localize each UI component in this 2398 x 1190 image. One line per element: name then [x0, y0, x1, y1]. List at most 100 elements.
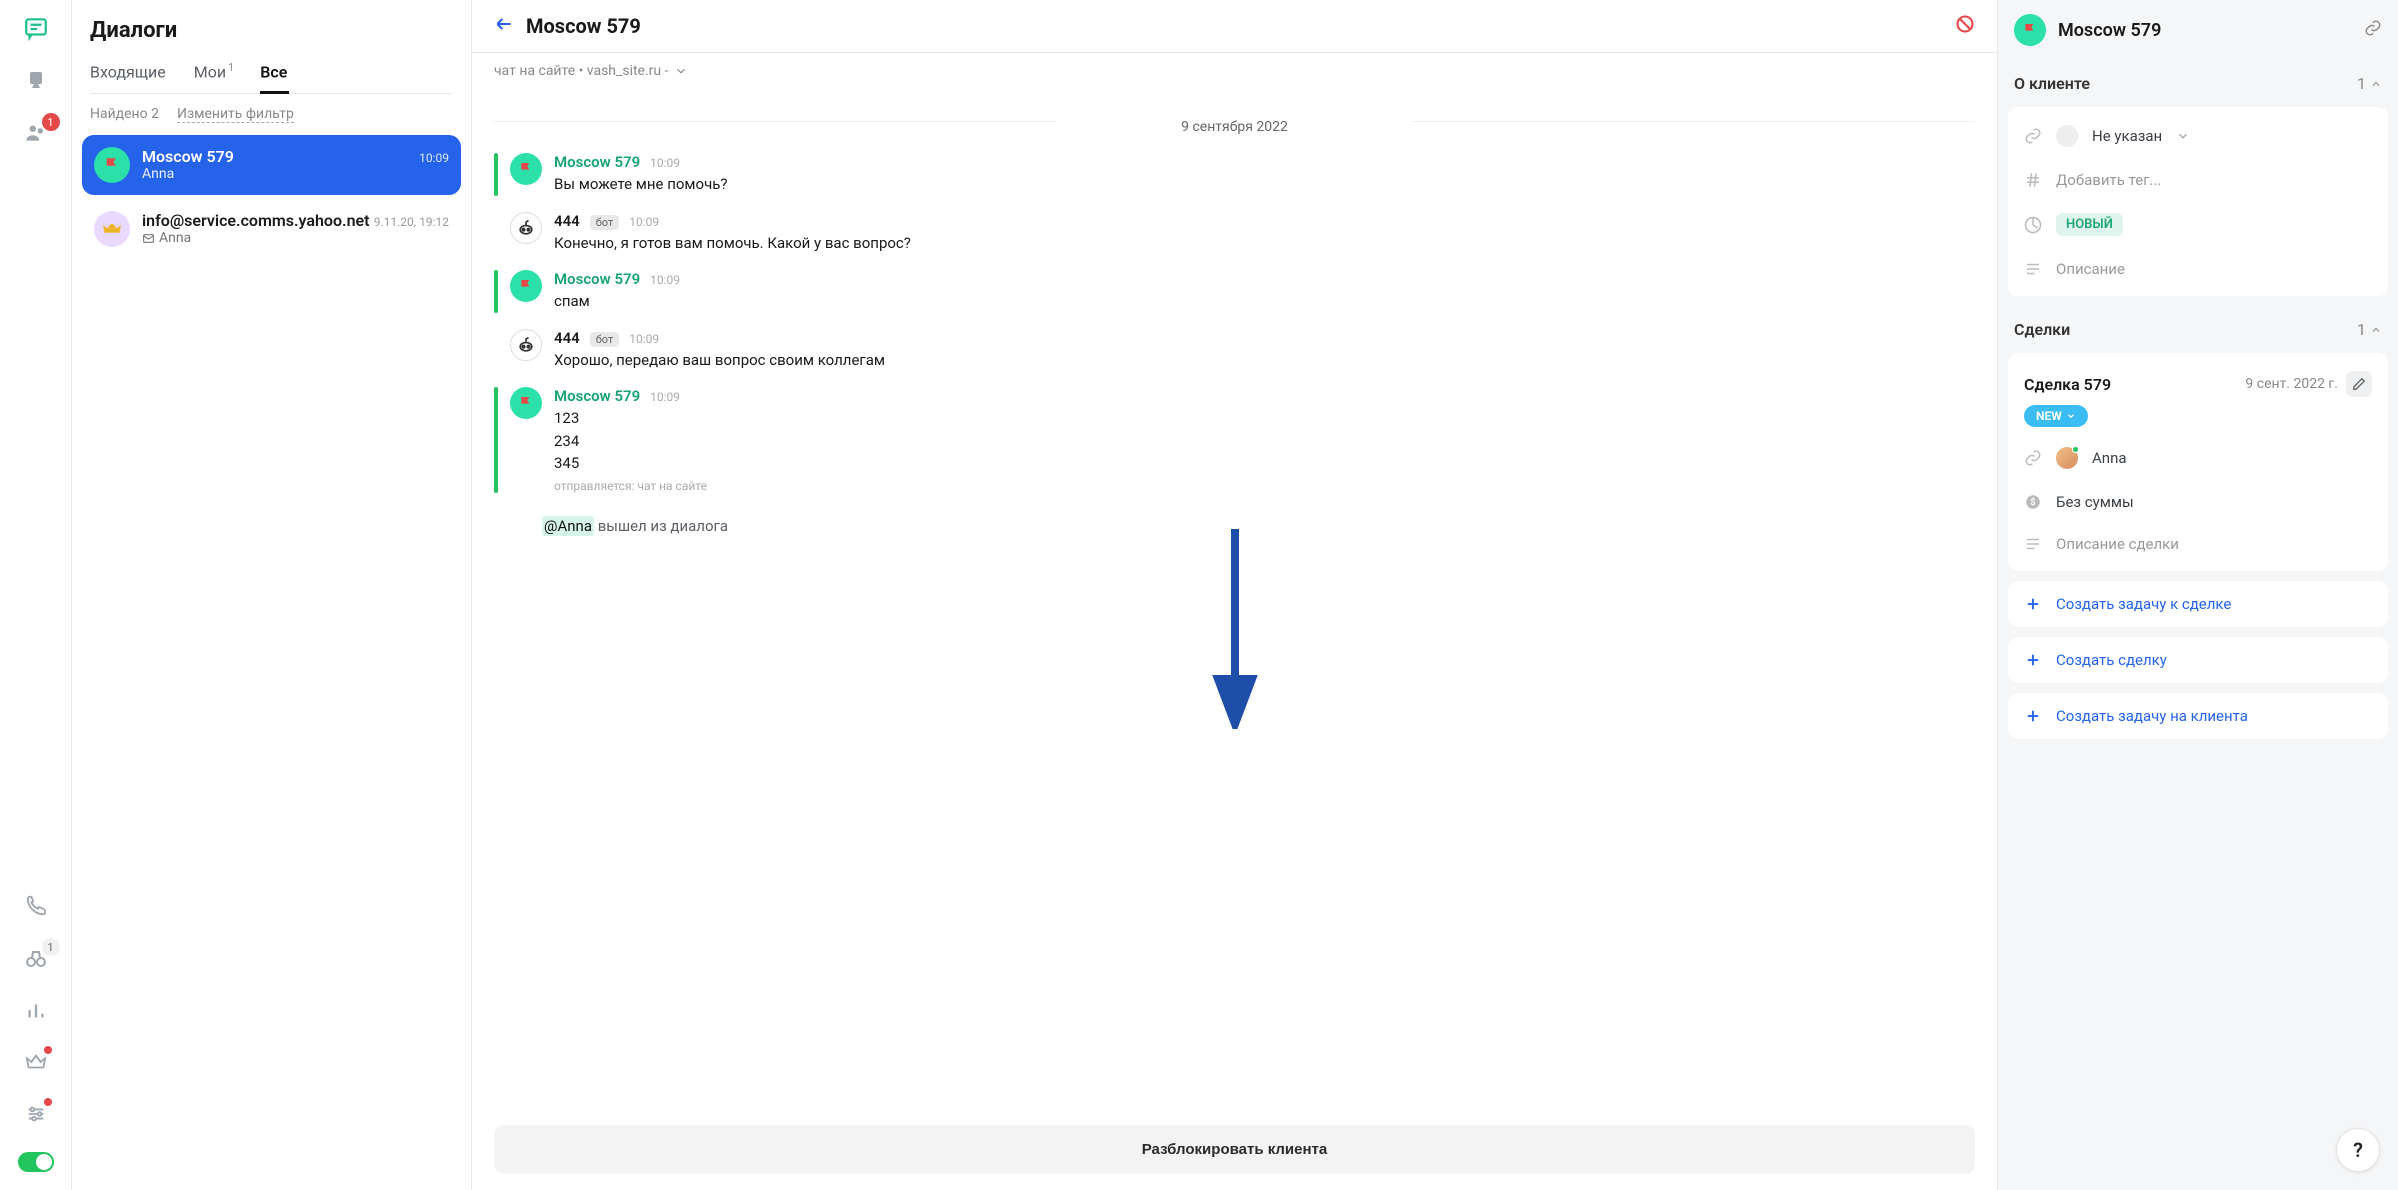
dialogs-title: Диалоги — [90, 18, 453, 43]
nav-stats-icon[interactable] — [22, 996, 50, 1024]
create-task-to-client-button[interactable]: Создать задачу на клиента — [2008, 693, 2388, 739]
info-title: Moscow 579 — [2058, 20, 2352, 41]
chevron-up-icon — [2370, 324, 2382, 336]
team-badge: 1 — [42, 113, 60, 131]
dialog-item[interactable]: Moscow 579 10:09 Anna — [82, 135, 461, 195]
date-separator: 9 сентября 2022 — [494, 89, 1975, 153]
flag-icon — [94, 147, 130, 183]
tag-row[interactable]: Добавить тег... — [2008, 159, 2388, 201]
binoculars-badge: 1 — [42, 938, 60, 956]
text-icon — [2024, 260, 2042, 278]
plus-icon — [2024, 707, 2042, 725]
message: 444бот10:09 Хорошо, передаю ваш вопрос с… — [494, 329, 1975, 372]
crown-avatar-icon — [94, 211, 130, 247]
message-author: 444 — [554, 212, 580, 230]
edit-deal-button[interactable] — [2346, 371, 2372, 397]
source-row[interactable]: Не указан — [2008, 113, 2388, 159]
about-section-head[interactable]: О клиенте 1 — [1998, 60, 2398, 107]
svg-text:$: $ — [2030, 497, 2035, 508]
tab-all[interactable]: Все — [260, 61, 289, 93]
progress-icon — [2024, 216, 2042, 234]
deals-section-head[interactable]: Сделки 1 — [1998, 306, 2398, 353]
message-text: 123 234 345 — [554, 407, 1975, 475]
tab-incoming[interactable]: Входящие — [90, 61, 168, 93]
dollar-icon: $ — [2024, 493, 2042, 511]
message-author: 444 — [554, 329, 580, 347]
deal-status-pill[interactable]: NEW — [2024, 405, 2088, 427]
create-deal-button[interactable]: Создать сделку — [2008, 637, 2388, 683]
found-count: Найдено 2 — [90, 106, 159, 123]
message-time: 10:09 — [650, 273, 680, 287]
chevron-down-icon — [2176, 129, 2190, 143]
deal-card: Сделка 579 9 сент. 2022 г. NEW Anna $ Бе… — [2008, 353, 2388, 571]
status-row[interactable]: НОВЫЙ — [2008, 201, 2388, 248]
message: Moscow 57910:09 спам — [494, 270, 1975, 313]
flag-icon — [510, 270, 542, 302]
tab-mine[interactable]: Мои1 — [194, 61, 235, 93]
chat-title: Moscow 579 — [526, 14, 641, 38]
nav-crown-icon[interactable] — [22, 1048, 50, 1076]
message-text: Конечно, я готов вам помочь. Какой у вас… — [554, 232, 1975, 255]
chat-panel: Moscow 579 чат на сайте • vash_site.ru -… — [472, 0, 1998, 1190]
bot-badge: бот — [590, 332, 620, 347]
about-title: О клиенте — [2014, 74, 2090, 93]
description-row[interactable]: Описание — [2008, 248, 2388, 290]
dialog-name: Moscow 579 — [142, 147, 234, 166]
message: 444 бот 10:09 Конечно, я готов вам помочь.… — [494, 212, 1975, 255]
client-card: Не указан Добавить тег... НОВЫЙ Описание — [2008, 107, 2388, 296]
hash-icon — [2024, 171, 2042, 189]
dialog-sub: Anna — [142, 166, 449, 182]
chevron-down-icon — [2066, 411, 2076, 421]
message-author: Moscow 579 — [554, 153, 640, 171]
nav-settings-icon[interactable] — [22, 1100, 50, 1128]
info-panel: Moscow 579 О клиенте 1 Не указан Добавит… — [1998, 0, 2398, 1190]
crown-dot — [44, 1046, 52, 1054]
flag-icon — [510, 387, 542, 419]
message-meta: отправляется: чат на сайте — [554, 479, 1975, 493]
status-toggle[interactable] — [18, 1152, 54, 1172]
bot-badge: бот — [590, 215, 620, 230]
mention: @Anna — [542, 516, 594, 536]
dialog-sub: Anna — [142, 230, 449, 246]
flag-icon — [510, 153, 542, 185]
nav-dialogs-icon[interactable] — [22, 14, 50, 42]
link-icon[interactable] — [2364, 19, 2382, 41]
dialog-time: 9.11.20, 19:12 — [374, 215, 449, 229]
status-badge: НОВЫЙ — [2056, 213, 2123, 236]
block-icon[interactable] — [1955, 14, 1975, 38]
amount-row[interactable]: $ Без суммы — [2008, 481, 2388, 523]
text-icon — [2024, 535, 2042, 553]
flag-icon — [2014, 14, 2046, 46]
chat-source: чат на сайте • vash_site.ru - — [472, 53, 1997, 89]
deal-date: 9 сент. 2022 г. — [2245, 376, 2338, 392]
dialog-name: info@service.comms.yahoo.net — [142, 211, 369, 230]
chevron-down-icon[interactable] — [674, 64, 688, 78]
arrow-down-annotation-icon — [1210, 529, 1260, 729]
agent-row[interactable]: Anna — [2008, 435, 2388, 481]
create-task-to-deal-button[interactable]: Создать задачу к сделке — [2008, 581, 2388, 627]
chevron-up-icon — [2370, 78, 2382, 90]
dialog-time: 10:09 — [419, 151, 449, 165]
nav-agent-icon[interactable] — [22, 66, 50, 94]
bot-icon — [510, 329, 542, 361]
dialog-item[interactable]: info@service.comms.yahoo.net 9.11.20, 19:… — [82, 199, 461, 259]
agent-avatar-icon — [2056, 447, 2078, 469]
back-icon[interactable] — [494, 14, 514, 38]
source-avatar-icon — [2056, 125, 2078, 147]
nav-rail: 1 1 — [0, 0, 72, 1190]
change-filter-link[interactable]: Изменить фильтр — [177, 106, 294, 123]
dialogs-panel: Диалоги Входящие Мои1 Все Найдено 2 Изме… — [72, 0, 472, 1190]
nav-team-icon[interactable]: 1 — [22, 118, 50, 146]
nav-binoculars-icon[interactable]: 1 — [22, 944, 50, 972]
mail-icon — [142, 232, 155, 245]
deal-description-row[interactable]: Описание сделки — [2008, 523, 2388, 565]
plus-icon — [2024, 651, 2042, 669]
help-button[interactable]: ? — [2336, 1128, 2380, 1172]
message-text: спам — [554, 290, 1975, 313]
link-icon — [2024, 449, 2042, 467]
unblock-button[interactable]: Разблокировать клиента — [494, 1125, 1975, 1174]
message-time: 10:09 — [629, 215, 659, 229]
message-text: Вы можете мне помочь? — [554, 173, 1975, 196]
nav-phone-icon[interactable] — [22, 892, 50, 920]
message-author: Moscow 579 — [554, 387, 640, 405]
